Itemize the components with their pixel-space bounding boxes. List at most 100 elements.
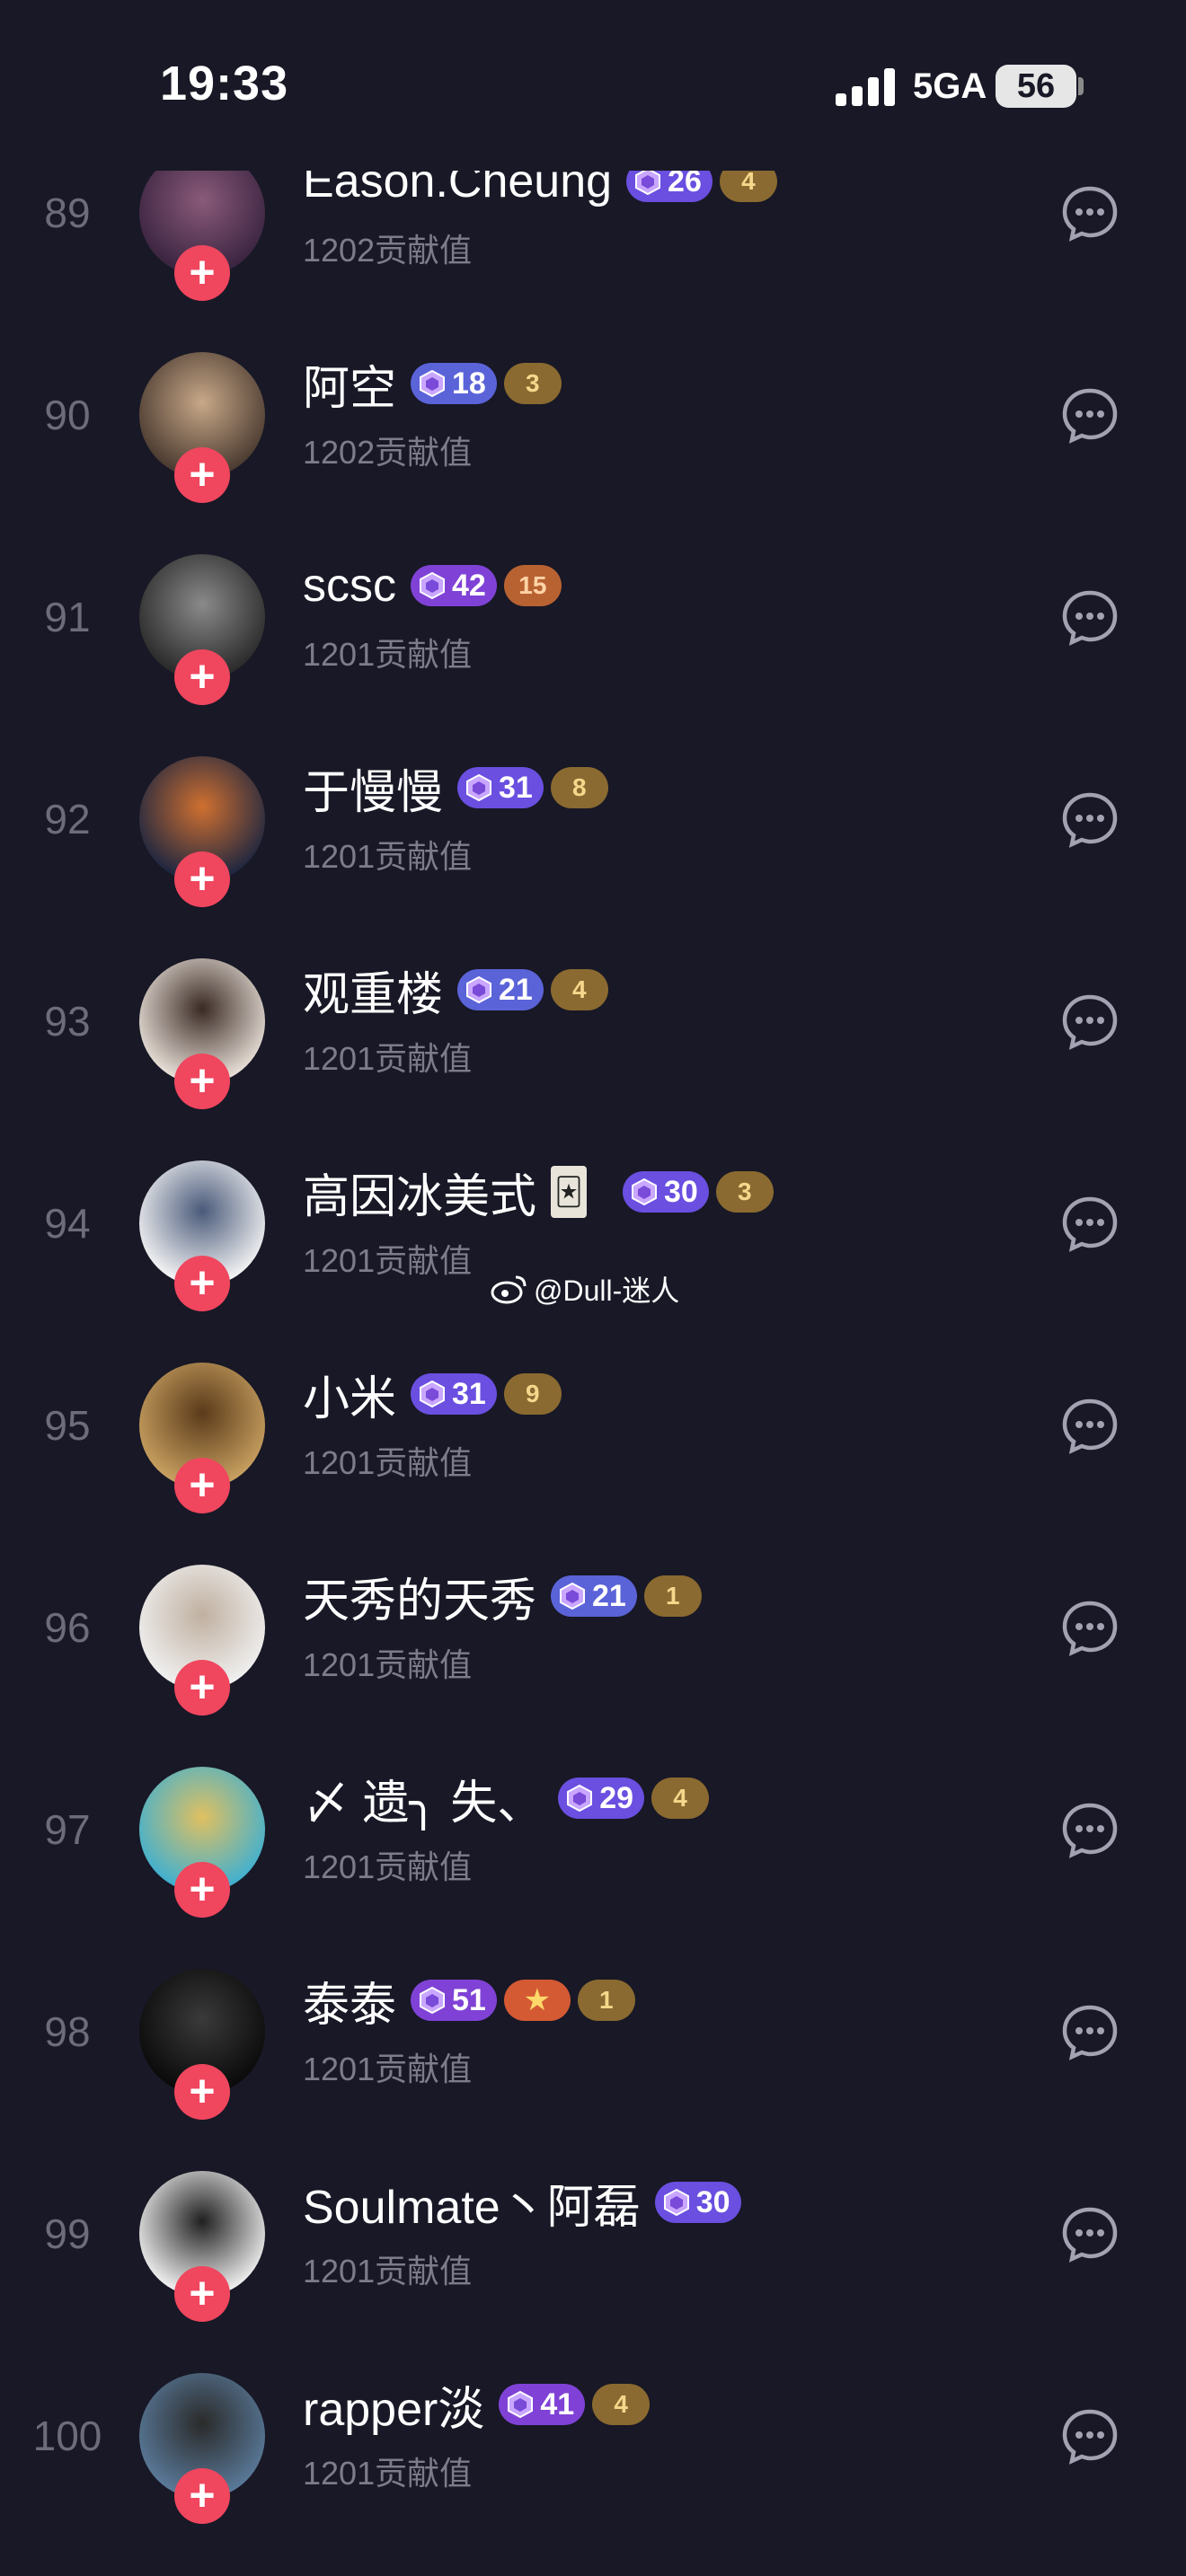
ranking-row[interactable]: 92 + 于慢慢 31 8 1201贡献值 [0, 719, 1186, 921]
level-hexagon-icon [420, 571, 445, 600]
level-hexagon-icon [508, 2390, 534, 2419]
fan-club-badge: 3 [715, 1171, 774, 1213]
message-icon[interactable] [1060, 184, 1120, 243]
fan-club-badge: 4 [592, 2384, 651, 2425]
chat-bubble-icon [1062, 2409, 1118, 2465]
rank-number: 94 [44, 1200, 91, 1247]
message-icon[interactable] [1060, 1397, 1120, 1456]
ranking-row[interactable]: 100 + rapper淡 41 4 1201贡献值 [0, 2335, 1186, 2537]
name-line: 于慢慢 31 8 [303, 756, 615, 819]
rank-number: 95 [44, 1402, 91, 1449]
follow-button[interactable]: + [174, 649, 230, 705]
name-line: 高因冰美式 🃏 30 3 [303, 1160, 781, 1223]
follow-button[interactable]: + [174, 1054, 230, 1109]
message-icon[interactable] [1060, 1599, 1120, 1658]
user-name[interactable]: 高因冰美式 [303, 1159, 536, 1226]
ranking-row[interactable]: 97 + 〆 遗╮ 失、 29 4 1201贡献值 [0, 1729, 1186, 1931]
chat-bubble-icon [1062, 1196, 1118, 1252]
message-icon[interactable] [1060, 386, 1120, 446]
level-badge: 29 [558, 1778, 645, 1819]
weibo-watermark: @Dull-迷人 [491, 1268, 679, 1310]
rank-number: 91 [44, 594, 91, 640]
status-time: 19:33 [160, 57, 289, 110]
user-name[interactable]: 泰泰 [303, 1967, 396, 2034]
chat-bubble-icon [1062, 1601, 1118, 1656]
message-icon[interactable] [1060, 1195, 1120, 1254]
contribution-score: 1201贡献值 [303, 636, 473, 673]
rank-number: 92 [44, 796, 91, 842]
follow-button[interactable]: + [174, 1256, 230, 1311]
contribution-score: 1202贡献值 [303, 232, 473, 269]
level-number: 18 [452, 366, 486, 401]
follow-button[interactable]: + [174, 1660, 230, 1716]
name-line: 小米 31 9 [303, 1363, 569, 1425]
follow-button[interactable]: + [174, 447, 230, 503]
message-icon[interactable] [1060, 2003, 1120, 2062]
user-name[interactable]: scsc [303, 559, 396, 613]
user-name[interactable]: 天秀的天秀 [303, 1563, 536, 1630]
name-line: Soulmate丶阿磊 30 [303, 2171, 748, 2234]
fan-club-badge: 3 [503, 363, 562, 404]
follow-button[interactable]: + [174, 2468, 230, 2524]
rank-number: 99 [44, 2210, 91, 2257]
level-badge: 41 [499, 2384, 586, 2425]
chat-bubble-icon [1062, 388, 1118, 444]
level-number: 51 [452, 1982, 486, 2017]
follow-button[interactable]: + [174, 2064, 230, 2120]
level-number: 30 [695, 2184, 730, 2219]
user-name[interactable]: rapper淡 [303, 2371, 484, 2439]
contribution-score: 1201贡献值 [303, 1242, 473, 1279]
user-name[interactable]: 阿空 [303, 350, 396, 418]
message-icon[interactable] [1060, 992, 1120, 1052]
level-hexagon-icon [420, 1986, 446, 2015]
contribution-score: 1201贡献值 [303, 1646, 473, 1683]
ranking-row[interactable]: 90 + 阿空 18 3 1202贡献值 [0, 314, 1186, 516]
rank-number: 93 [44, 998, 91, 1045]
rank-number: 96 [44, 1604, 91, 1651]
follow-button[interactable]: + [174, 851, 230, 907]
user-name[interactable]: 观重楼 [303, 957, 443, 1024]
battery-tip [1078, 77, 1084, 95]
rank-number: 100 [32, 2413, 102, 2459]
follow-button[interactable]: + [174, 245, 230, 301]
rank-number: 97 [44, 1806, 91, 1853]
ranking-row[interactable]: 96 + 天秀的天秀 21 1 1201贡献值 [0, 1527, 1186, 1729]
ranking-row[interactable]: 91 + scsc 42 15 1201贡献值 [0, 516, 1186, 719]
user-name[interactable]: Soulmate丶阿磊 [303, 2169, 641, 2236]
message-icon[interactable] [1060, 2407, 1120, 2466]
name-line: rapper淡 41 4 [303, 2373, 657, 2436]
fan-club-badge: 1 [577, 1980, 635, 2021]
ranking-row[interactable]: 93 + 观重楼 21 4 1201贡献值 [0, 921, 1186, 1123]
level-hexagon-icon [663, 2188, 689, 2217]
name-line: scsc 42 15 [303, 554, 569, 617]
follow-button[interactable]: + [174, 2266, 230, 2322]
chat-bubble-icon [1062, 186, 1118, 242]
level-badge: 18 [411, 363, 497, 404]
follow-button[interactable]: + [174, 1458, 230, 1513]
user-name[interactable]: 于慢慢 [303, 754, 443, 822]
message-icon[interactable] [1060, 588, 1120, 648]
user-name[interactable]: 小米 [303, 1361, 396, 1428]
fan-club-badge: 1 [643, 1575, 702, 1617]
user-name[interactable]: 〆 遗╮ 失、 [303, 1765, 544, 1832]
ranking-row[interactable]: 99 + Soulmate丶阿磊 30 1201贡献值 [0, 2133, 1186, 2335]
level-hexagon-icon [635, 167, 661, 196]
chat-bubble-icon [1062, 1803, 1118, 1858]
level-number: 21 [592, 1578, 626, 1613]
status-bar: 19:33 5GA 56 [0, 0, 1186, 171]
level-number: 21 [499, 972, 533, 1007]
ranking-row[interactable]: 98 + 泰泰 51 ★ 1 1201贡献值 [0, 1931, 1186, 2133]
ranking-row[interactable]: 95 + 小米 31 9 1201贡献值 [0, 1325, 1186, 1527]
fan-club-badge: 4 [550, 969, 608, 1010]
name-line: 观重楼 21 4 [303, 958, 615, 1021]
message-icon[interactable] [1060, 2205, 1120, 2264]
message-icon[interactable] [1060, 1801, 1120, 1860]
level-badge: 31 [411, 1373, 497, 1415]
contribution-score: 1202贡献值 [303, 434, 473, 471]
contribution-score: 1201贡献值 [303, 2455, 473, 2492]
follow-button[interactable]: + [174, 1862, 230, 1918]
level-number: 31 [452, 1376, 486, 1411]
level-hexagon-icon [466, 975, 492, 1004]
chat-bubble-icon [1062, 792, 1118, 848]
message-icon[interactable] [1060, 790, 1120, 850]
